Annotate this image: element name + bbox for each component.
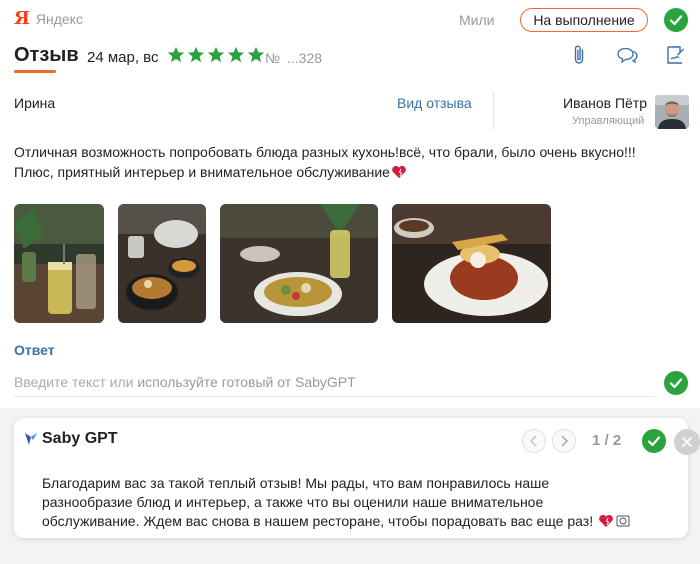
review-number: ...328	[287, 50, 323, 66]
page-title: Отзыв	[14, 44, 79, 66]
suggestion-line-3: обслуживание. Ждем вас снова в нашем рес…	[42, 512, 672, 531]
yandex-logo: Я	[14, 8, 30, 29]
manager-role: Управляющий	[572, 115, 645, 127]
prev-variant-button[interactable]	[522, 429, 546, 453]
review-card: Ирина Вид отзыва Иванов Пётр Управляющий…	[0, 74, 700, 408]
review-photo[interactable]	[118, 204, 206, 323]
checkmark-icon	[669, 15, 683, 26]
status-button[interactable]: На выполнение	[520, 8, 648, 32]
suggestion-line: обслуживание. Ждем вас снова в нашем рес…	[42, 513, 594, 529]
sabygpt-title: Saby GPT	[42, 430, 118, 447]
review-text-line: Отличная возможность попробовать блюда р…	[14, 144, 636, 160]
chevron-right-icon	[561, 435, 569, 447]
plate-emoji-icon	[616, 515, 630, 527]
star-icon	[207, 46, 225, 63]
paperclip-icon	[574, 45, 584, 64]
assignee-name[interactable]: Мили	[459, 12, 494, 28]
review-photo[interactable]	[220, 204, 378, 323]
number-label: №	[265, 50, 281, 66]
close-panel-button[interactable]	[674, 429, 700, 455]
star-icon	[167, 46, 185, 63]
review-text: Отличная возможность попробовать блюда р…	[14, 142, 684, 182]
next-variant-button[interactable]	[552, 429, 576, 453]
photo-salad	[220, 204, 378, 323]
divider	[493, 92, 494, 130]
review-photo[interactable]	[392, 204, 551, 323]
sign-button[interactable]	[663, 43, 687, 67]
avatar[interactable]	[655, 95, 689, 129]
photo-dessert	[392, 204, 551, 323]
review-source: Я Яндекс	[14, 10, 83, 28]
manager-photo	[655, 95, 689, 129]
send-reply-button[interactable]	[664, 371, 688, 395]
manager-name[interactable]: Иванов Пётр	[563, 95, 647, 111]
view-review-link[interactable]: Вид отзыва	[397, 95, 472, 111]
star-icon	[227, 46, 245, 63]
suggestion-line: Благодарим вас за такой теплый отзыв! Мы…	[42, 475, 550, 491]
top-bar: Я Яндекс Мили На выполнение	[0, 0, 700, 40]
checkmark-icon	[669, 378, 683, 389]
discussion-button[interactable]	[615, 43, 639, 67]
reviewer-name: Ирина	[14, 95, 56, 111]
close-icon	[682, 437, 692, 447]
title-underline	[14, 70, 56, 73]
suggestion-line: разнообразие блюд и интерьер, а также чт…	[42, 494, 544, 510]
review-text-line-2: Плюс, приятный интерьер и внимательное о…	[14, 162, 684, 182]
complete-check-button[interactable]	[664, 8, 688, 32]
attach-button[interactable]	[567, 43, 591, 67]
photo-drinks	[14, 204, 104, 323]
variant-counter: 1 / 2	[592, 432, 622, 449]
review-photo[interactable]	[14, 204, 104, 323]
rating-stars	[167, 46, 265, 64]
review-text-line: Плюс, приятный интерьер и внимательное о…	[14, 164, 390, 180]
accept-variant-button[interactable]	[642, 429, 666, 453]
review-header: Отзыв 24 мар, вс № ...328	[0, 40, 700, 74]
photo-soup	[118, 204, 206, 323]
checkmark-icon	[647, 436, 661, 447]
input-underline	[14, 396, 654, 397]
sabygpt-panel: Saby GPT 1 / 2 Благодарим вас за такой т…	[14, 418, 700, 538]
source-name: Яндекс	[35, 11, 83, 27]
review-date: 24 мар, вс	[87, 49, 159, 66]
reply-placeholder: Введите текст или	[14, 374, 134, 390]
chat-bubbles-icon	[617, 47, 638, 64]
sabygpt-logo-icon	[25, 433, 37, 445]
use-sabygpt-link[interactable]: используйте готовый от SabyGPT	[137, 374, 355, 390]
chevron-left-icon	[529, 435, 537, 447]
star-icon	[187, 46, 205, 63]
sabygpt-suggestion: Благодарим вас за такой теплый отзыв! Мы…	[42, 474, 672, 531]
sign-document-icon	[667, 46, 684, 64]
reply-input[interactable]: Введите текст или используйте готовый от…	[14, 374, 654, 390]
heart-emoji-icon	[392, 165, 406, 178]
answer-title: Ответ	[14, 342, 55, 358]
heart-emoji-icon	[599, 514, 613, 527]
star-icon	[247, 46, 265, 63]
